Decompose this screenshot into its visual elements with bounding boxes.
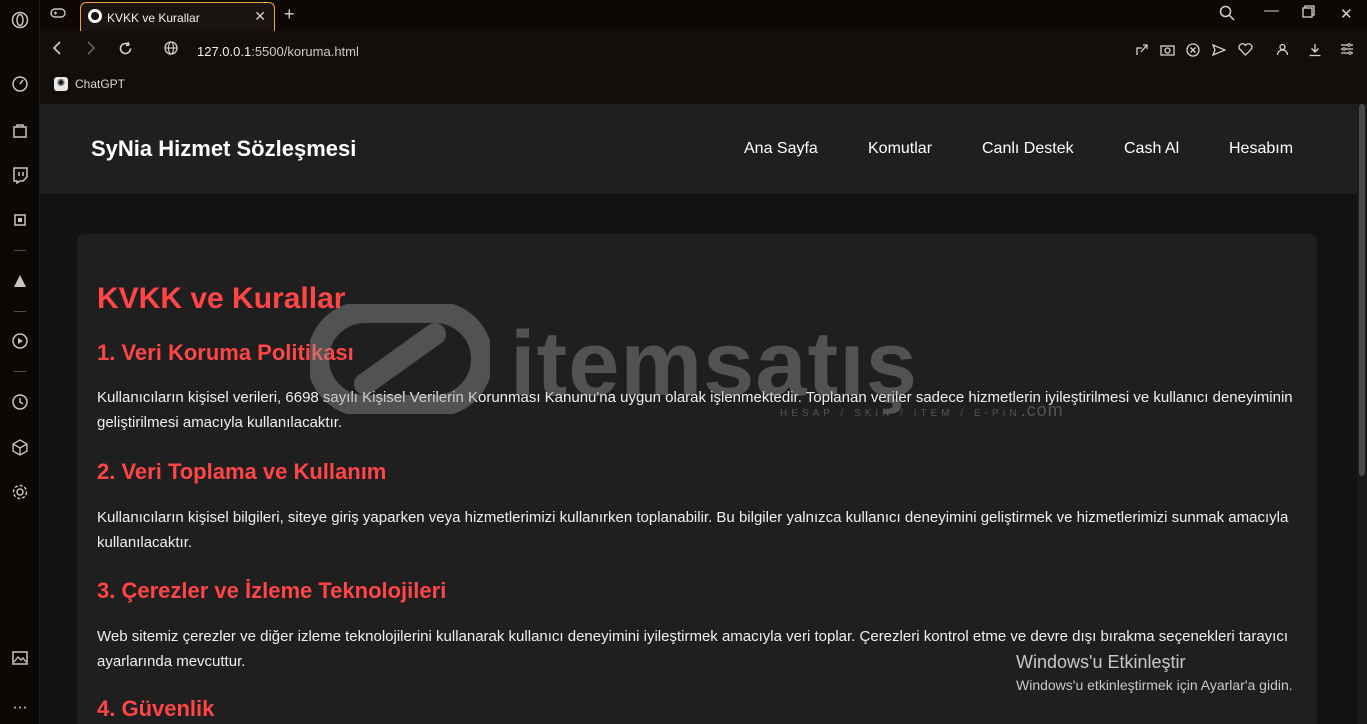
url-path: :5500/koruma.html (251, 44, 359, 59)
content-card: KVKK ve Kurallar 1. Veri Koruma Politika… (77, 234, 1317, 724)
gx-control-icon[interactable] (10, 210, 30, 230)
twitch-icon[interactable] (10, 165, 30, 185)
forward-arrow-icon[interactable] (86, 41, 96, 60)
new-tab-plus-icon[interactable]: + (284, 4, 295, 25)
address-bar: 127.0.0.1:5500/koruma.html (40, 31, 1367, 69)
site-info-globe-icon[interactable] (164, 41, 178, 60)
shopping-bag-icon[interactable] (10, 120, 30, 140)
page-viewport: SyNia Hizmet Sözleşmesi Ana Sayfa Komutl… (40, 104, 1357, 724)
minimize-icon[interactable]: — (1264, 2, 1279, 19)
gallery-image-icon[interactable] (10, 648, 30, 668)
sidebar-divider (14, 250, 26, 251)
chatgpt-logo-icon: ✺ (54, 77, 68, 91)
settings-gear-icon[interactable] (10, 482, 30, 502)
globe-favicon-icon (88, 9, 102, 23)
page-heading: KVKK ve Kurallar (97, 282, 346, 315)
send-flow-icon[interactable] (1211, 43, 1227, 60)
nav-link-account[interactable]: Hesabım (1229, 140, 1293, 158)
page-scrollbar[interactable] (1357, 104, 1367, 724)
back-arrow-icon[interactable] (52, 41, 62, 60)
download-icon[interactable] (1308, 43, 1322, 60)
scrollbar-thumb[interactable] (1359, 104, 1365, 476)
sidebar-divider (14, 371, 26, 372)
nav-link-commands[interactable]: Komutlar (868, 140, 932, 158)
player-icon[interactable] (10, 331, 30, 351)
close-window-icon[interactable]: ✕ (1340, 5, 1353, 23)
section-body: Kullanıcıların kişisel verileri, 6698 sa… (97, 389, 1293, 431)
section-title: 2. Veri Toplama ve Kullanım (97, 459, 387, 484)
aria-icon[interactable] (10, 271, 30, 291)
nav-link-live-support[interactable]: Canlı Destek (982, 140, 1074, 158)
windows-activation-notice: Windows'u Etkinleştir Windows'u etkinleş… (1016, 652, 1293, 693)
snapshot-camera-icon[interactable] (1160, 43, 1175, 59)
site-title: SyNia Hizmet Sözleşmesi (91, 136, 357, 161)
tab-bar: KVKK ve Kurallar ✕ + — ✕ (40, 0, 1367, 31)
activation-subtitle: Windows'u etkinleştirmek için Ayarlar'a … (1016, 677, 1293, 693)
opera-logo-icon[interactable] (10, 10, 30, 30)
section-body: Kullanıcıların kişisel bilgileri, siteye… (97, 509, 1289, 551)
sidebar-divider (14, 311, 26, 312)
restore-window-icon[interactable] (1302, 5, 1315, 22)
section-title: 3. Çerezler ve İzleme Teknolojileri (97, 578, 447, 603)
reload-icon[interactable] (118, 41, 133, 61)
tab-title: KVKK ve Kurallar (107, 11, 200, 25)
close-tab-icon[interactable]: ✕ (254, 8, 266, 25)
nav-link-home[interactable]: Ana Sayfa (744, 140, 818, 158)
url-host: 127.0.0.1 (197, 44, 252, 59)
share-icon[interactable] (1135, 43, 1149, 60)
bookmarks-bar: ✺ ChatGPT (40, 69, 1367, 104)
site-header: SyNia Hizmet Sözleşmesi Ana Sayfa Komutl… (40, 104, 1357, 194)
section-title: 1. Veri Koruma Politikası (97, 340, 354, 365)
activation-title: Windows'u Etkinleştir (1016, 652, 1186, 672)
bookmark-label: ChatGPT (75, 77, 126, 91)
search-tabs-icon[interactable] (1219, 5, 1235, 25)
history-clock-icon[interactable] (10, 392, 30, 412)
ad-blocker-icon[interactable] (1186, 43, 1200, 60)
nav-link-cash[interactable]: Cash Al (1124, 140, 1179, 158)
tab-active[interactable]: KVKK ve Kurallar ✕ (80, 2, 275, 31)
more-dots-icon[interactable]: ⋯ (10, 697, 30, 717)
speedometer-icon[interactable] (10, 74, 30, 94)
bookmark-heart-icon[interactable] (1238, 43, 1253, 59)
url-field[interactable]: 127.0.0.1:5500/koruma.html (197, 44, 359, 59)
easy-setup-menu-icon[interactable] (1340, 43, 1354, 58)
extensions-cube-icon[interactable] (10, 437, 30, 457)
browser-sidebar: ⋯ (0, 0, 40, 724)
account-user-icon[interactable] (1276, 43, 1289, 59)
section-title: 4. Güvenlik (97, 696, 215, 721)
gamepad-icon[interactable] (50, 7, 68, 23)
